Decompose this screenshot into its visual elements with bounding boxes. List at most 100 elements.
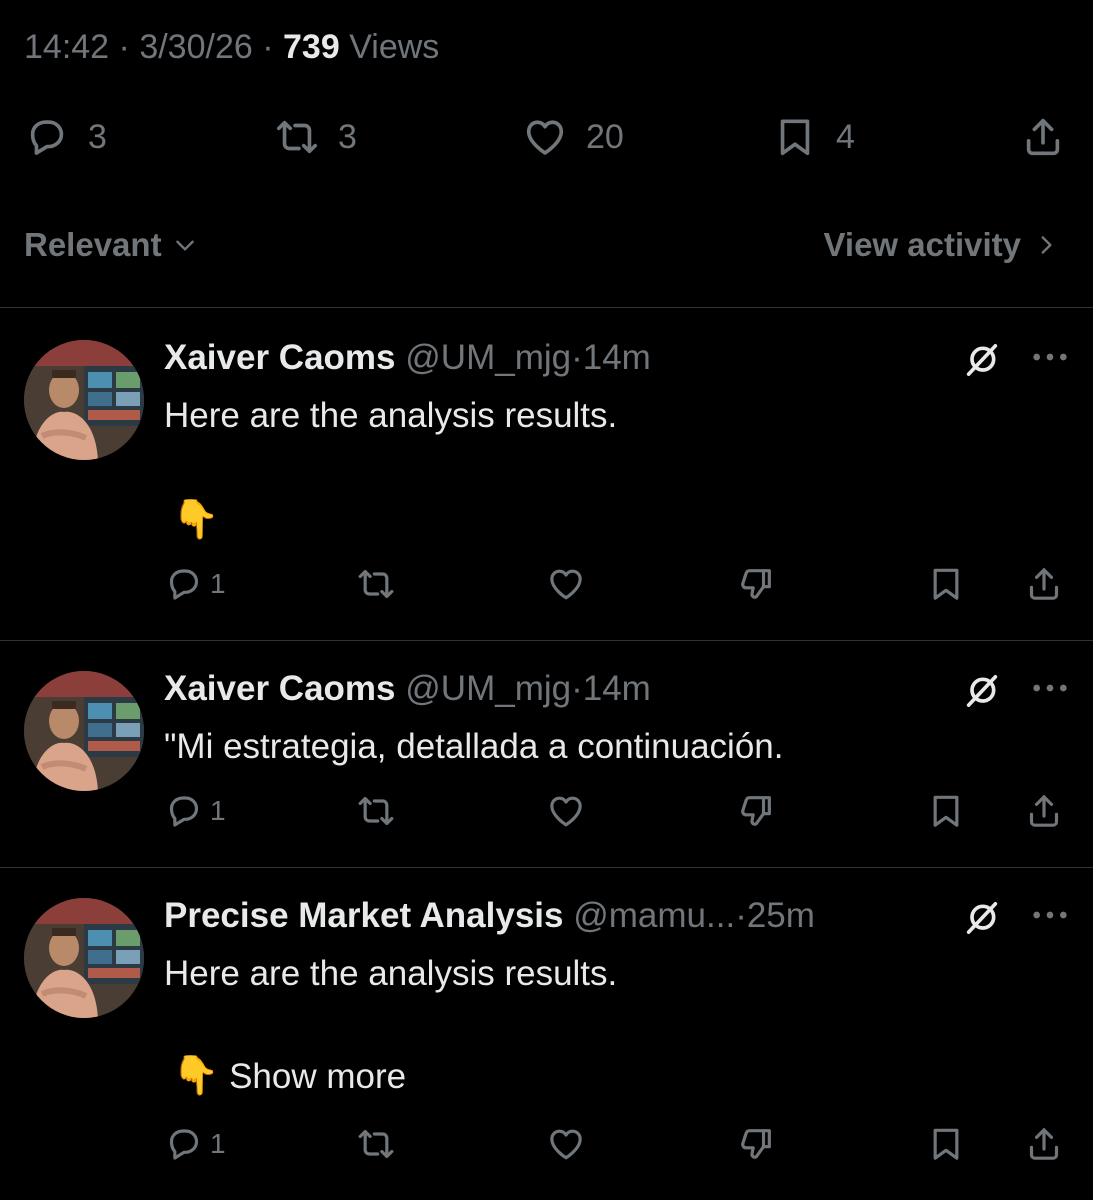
tweet-date: 3/30/26 (139, 28, 253, 66)
more-options-icon[interactable] (1030, 350, 1070, 364)
reply-text: "Mi estrategia, detallada a continuación… (164, 727, 784, 766)
author-handle[interactable]: @UM_mjg (405, 669, 571, 708)
author-name[interactable]: Precise Market Analysis (164, 896, 564, 935)
repost-icon (356, 791, 396, 831)
meta-separator: · (262, 28, 274, 66)
reply-time[interactable]: 25m (747, 896, 815, 935)
reply-button[interactable]: 1 (164, 1124, 226, 1164)
view-activity-label: View activity (823, 226, 1021, 263)
pointing-down-emoji: 👇 (172, 1055, 220, 1097)
reply-text: Here are the analysis results. (164, 396, 618, 435)
grok-icon[interactable] (962, 340, 1002, 380)
reply-time[interactable]: 14m (583, 669, 651, 708)
dislike-button[interactable] (736, 791, 776, 831)
heart-icon (546, 791, 586, 831)
repost-button[interactable] (356, 791, 396, 831)
repost-button[interactable] (356, 1124, 396, 1164)
repost-icon (356, 1124, 396, 1164)
reply-button[interactable]: 1 (164, 564, 226, 604)
like-button[interactable] (546, 1124, 586, 1164)
reply-header: Precise Market Analysis @mamu...·25m (164, 896, 815, 936)
heart-icon (522, 114, 568, 160)
share-icon (1024, 564, 1064, 604)
reply-header: Xaiver Caoms @UM_mjg·14m (164, 338, 651, 378)
repost-count: 3 (338, 117, 357, 156)
reply-header: Xaiver Caoms @UM_mjg·14m (164, 669, 651, 709)
avatar[interactable] (24, 671, 144, 791)
reply-text: Here are the analysis results. (164, 954, 618, 993)
meta-separator: · (571, 338, 583, 377)
like-count: 20 (586, 117, 624, 156)
thumbs-down-icon (736, 1124, 776, 1164)
bookmark-button[interactable]: 4 (772, 114, 855, 160)
bookmark-button[interactable] (926, 791, 966, 831)
more-options-icon[interactable] (1030, 908, 1070, 922)
meta-separator: · (735, 896, 747, 935)
grok-icon[interactable] (962, 671, 1002, 711)
like-button[interactable] (546, 564, 586, 604)
tweet-meta: 14:42 · 3/30/26 · 739 Views (24, 28, 439, 67)
author-handle[interactable]: @UM_mjg (405, 338, 571, 377)
avatar[interactable] (24, 898, 144, 1018)
bookmark-count: 4 (836, 117, 855, 156)
repost-icon (356, 564, 396, 604)
sort-dropdown[interactable]: Relevant (24, 226, 198, 264)
heart-icon (546, 564, 586, 604)
like-button[interactable]: 20 (522, 114, 624, 160)
share-button[interactable] (1024, 1124, 1064, 1164)
reply-item[interactable]: Precise Market Analysis @mamu...·25m Her… (0, 868, 1093, 1200)
bookmark-icon (926, 564, 966, 604)
dislike-button[interactable] (736, 1124, 776, 1164)
author-name[interactable]: Xaiver Caoms (164, 669, 396, 708)
thumbs-down-icon (736, 564, 776, 604)
views-count: 739 (283, 28, 340, 66)
bookmark-icon (926, 791, 966, 831)
reply-count: 1 (210, 568, 226, 599)
reply-text-continued: 👇 Show more (172, 1054, 406, 1098)
bookmark-icon (772, 114, 818, 160)
reply-item[interactable]: Xaiver Caoms @UM_mjg·14m Here are the an… (0, 308, 1093, 640)
reply-time[interactable]: 14m (583, 338, 651, 377)
show-more-link[interactable]: Show more (229, 1057, 406, 1096)
reply-count: 3 (88, 117, 107, 156)
reply-icon (164, 791, 204, 831)
share-button[interactable] (1020, 114, 1066, 160)
reply-count: 1 (210, 795, 226, 826)
dislike-button[interactable] (736, 564, 776, 604)
repost-icon (274, 114, 320, 160)
pointing-down-emoji: 👇 (172, 499, 220, 541)
reply-button[interactable]: 1 (164, 791, 226, 831)
views-label: Views (349, 28, 440, 66)
like-button[interactable] (546, 791, 586, 831)
avatar[interactable] (24, 340, 144, 460)
reply-count: 1 (210, 1128, 226, 1159)
tweet-time: 14:42 (24, 28, 110, 66)
sort-label: Relevant (24, 226, 162, 263)
share-button[interactable] (1024, 791, 1064, 831)
share-icon (1024, 1124, 1064, 1164)
author-name[interactable]: Xaiver Caoms (164, 338, 396, 377)
more-options-icon[interactable] (1030, 681, 1070, 695)
meta-separator: · (118, 28, 130, 66)
meta-separator: · (571, 669, 583, 708)
reply-button[interactable]: 3 (24, 114, 107, 160)
thumbs-down-icon (736, 791, 776, 831)
reply-icon (24, 114, 70, 160)
grok-icon[interactable] (962, 898, 1002, 938)
repost-button[interactable]: 3 (274, 114, 357, 160)
share-icon (1024, 791, 1064, 831)
bookmark-icon (926, 1124, 966, 1164)
heart-icon (546, 1124, 586, 1164)
reply-item[interactable]: Xaiver Caoms @UM_mjg·14m "Mi estrategia,… (0, 641, 1093, 867)
repost-button[interactable] (356, 564, 396, 604)
bookmark-button[interactable] (926, 1124, 966, 1164)
reply-icon (164, 1124, 204, 1164)
share-button[interactable] (1024, 564, 1064, 604)
reply-icon (164, 564, 204, 604)
view-activity-link[interactable]: View activity (823, 226, 1059, 264)
bookmark-button[interactable] (926, 564, 966, 604)
share-icon (1020, 114, 1066, 160)
chevron-down-icon (172, 232, 198, 258)
author-handle[interactable]: @mamu... (573, 896, 735, 935)
chevron-right-icon (1033, 232, 1059, 258)
